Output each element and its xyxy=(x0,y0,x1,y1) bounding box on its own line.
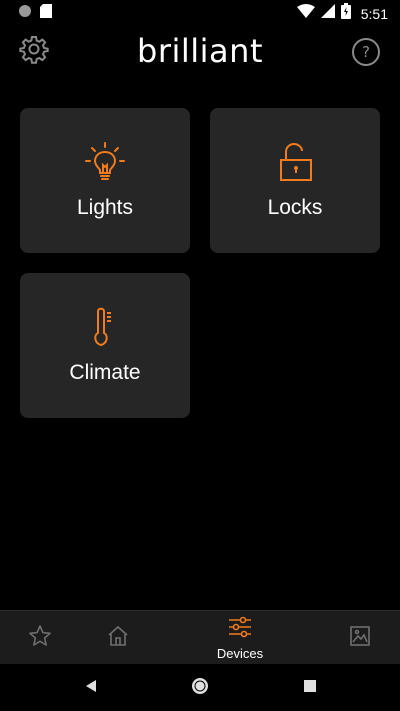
sliders-icon xyxy=(227,615,253,644)
sd-card-icon xyxy=(40,4,52,23)
battery-icon xyxy=(340,3,351,24)
nav-gallery[interactable] xyxy=(320,611,400,665)
locks-tile[interactable]: Locks xyxy=(210,108,380,253)
nav-favorites[interactable] xyxy=(0,611,80,665)
unlocked-padlock-icon xyxy=(210,140,380,186)
cell-signal-icon xyxy=(320,4,335,23)
tile-label: Locks xyxy=(267,196,323,219)
recents-square-icon xyxy=(303,679,317,698)
status-right: 5:51 xyxy=(296,3,388,24)
system-back-button[interactable] xyxy=(79,676,103,700)
nav-devices-label: Devices xyxy=(216,646,264,661)
lights-tile[interactable]: Lights xyxy=(20,108,190,253)
system-nav-bar xyxy=(0,664,400,711)
lightbulb-icon xyxy=(20,140,190,186)
climate-tile[interactable]: Climate xyxy=(20,273,190,418)
back-triangle-icon xyxy=(84,679,98,698)
tile-label: Climate xyxy=(69,361,141,384)
gallery-icon xyxy=(348,624,372,653)
status-bar: 5:51 xyxy=(0,0,400,24)
tile-label: Lights xyxy=(76,196,134,219)
bottom-nav: Devices xyxy=(0,610,400,665)
home-icon xyxy=(106,624,130,653)
notification-dot-icon xyxy=(18,4,32,23)
brand-logo: brilliant xyxy=(137,32,263,70)
nav-devices[interactable]: Devices xyxy=(200,611,280,665)
wifi-icon xyxy=(296,4,315,23)
thermometer-icon xyxy=(20,305,190,351)
nav-home[interactable] xyxy=(78,611,158,665)
system-home-button[interactable] xyxy=(188,676,212,700)
star-icon xyxy=(28,624,52,653)
app-screen: 5:51 brilliant ? Lights Locks Climate De… xyxy=(0,0,400,711)
system-recents-button[interactable] xyxy=(298,676,322,700)
status-time: 5:51 xyxy=(360,5,388,22)
help-icon: ? xyxy=(352,38,380,66)
app-header: brilliant ? xyxy=(0,28,400,76)
home-circle-icon xyxy=(190,676,210,701)
help-button[interactable]: ? xyxy=(352,38,380,66)
status-left xyxy=(18,4,52,23)
